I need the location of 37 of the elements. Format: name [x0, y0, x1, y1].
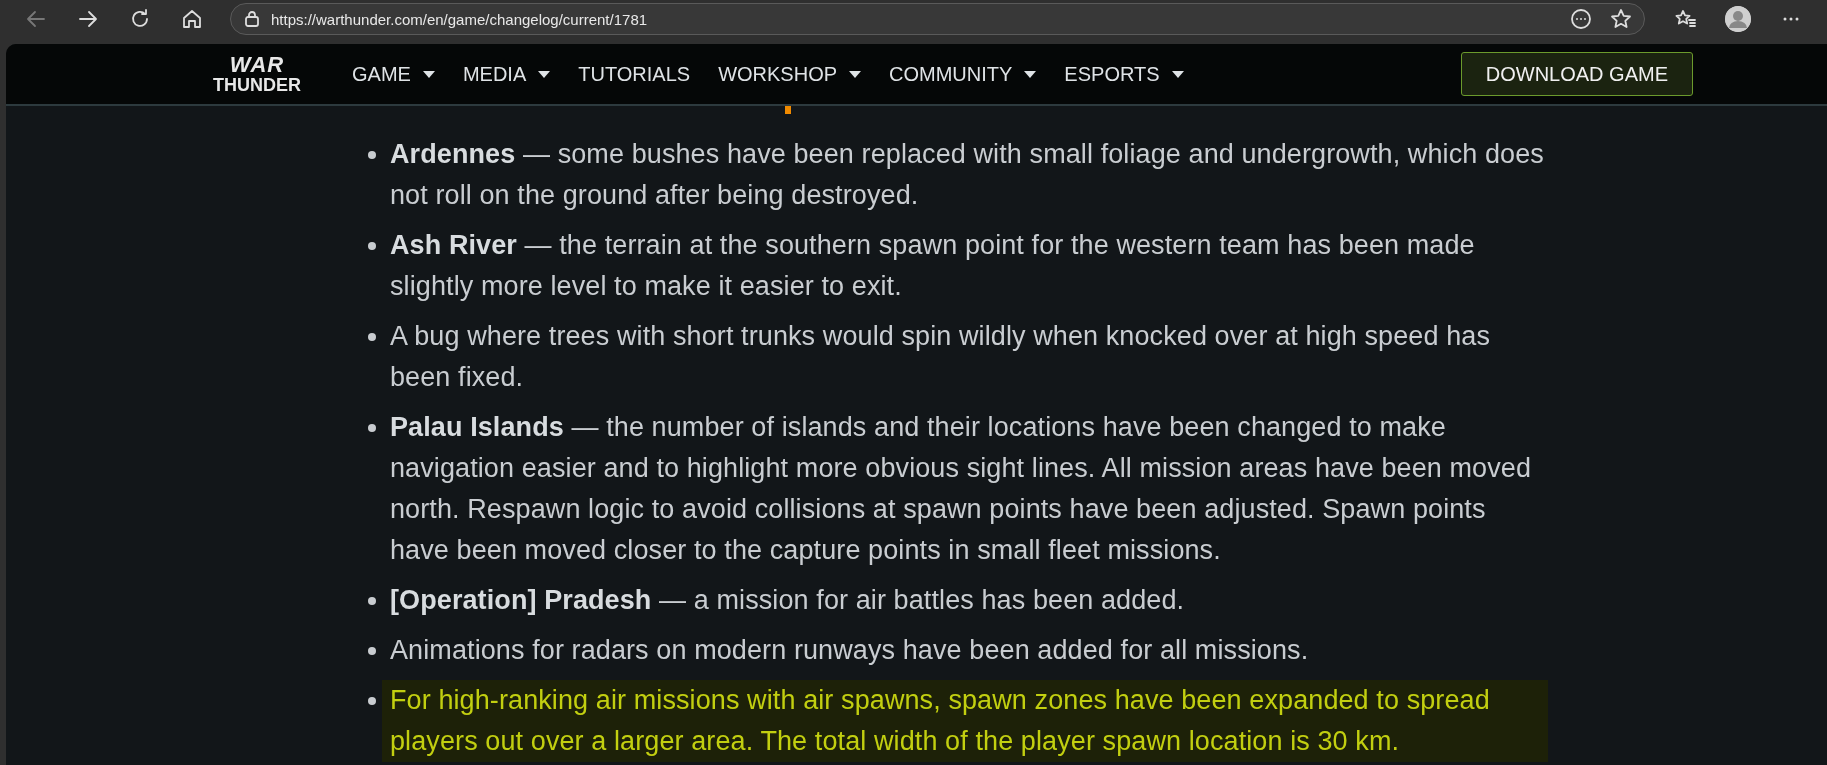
nav-menu-item[interactable]: MEDIA — [462, 62, 551, 86]
bullet-icon — [368, 597, 376, 605]
nav-menu-item[interactable]: WORKSHOP — [718, 62, 862, 86]
caret-icon — [1024, 70, 1037, 78]
caret-icon — [538, 70, 551, 78]
bullet-icon — [368, 333, 376, 341]
changelog-item: [Operation] Pradesh — a mission for air battles has been added. — [390, 584, 1185, 617]
reload-icon[interactable] — [129, 8, 151, 30]
home-icon[interactable] — [181, 8, 203, 30]
address-bar[interactable]: https://warthunder.com/en/game/changelog/current/1781 — [230, 3, 1645, 35]
caret-icon — [422, 70, 435, 78]
download-button[interactable]: DOWNLOAD GAME — [1460, 52, 1693, 96]
changelog-item: For high-ranking air missions with air spawns, spawn zones have been expanded to spread players out over a larger area. The total width of the player spawn location is 30 km. — [382, 680, 1548, 762]
lock-icon[interactable] — [243, 10, 261, 28]
accent-mark — [785, 106, 791, 114]
bullet-icon — [368, 424, 376, 432]
star-icon[interactable] — [1610, 8, 1632, 30]
forward-icon[interactable] — [77, 8, 99, 30]
logo[interactable]: WAR THUNDER — [206, 54, 308, 94]
bullet-icon — [368, 242, 376, 250]
bullet-icon — [368, 697, 376, 705]
bullet-icon — [368, 647, 376, 655]
changelog-item: Ash River — the terrain at the southern spawn point for the western team has been made slightly more level to make it easier to exit. — [390, 229, 1476, 303]
nav-menu-item[interactable]: ESPORTS — [1064, 62, 1184, 86]
nav-menu-item[interactable]: TUTORIALS — [578, 62, 691, 86]
changelog-item: Ardennes — some bushes have been replaced with small foliage and undergrowth, which does not roll on the ground after being destroyed. — [390, 138, 1545, 212]
bullet-icon — [368, 151, 376, 159]
nav-menu-item[interactable]: GAME — [352, 62, 435, 86]
changelog-item: A bug where trees with short trunks would spin wildly when knocked over at high speed has been fixed. — [390, 320, 1491, 394]
caret-icon — [849, 70, 862, 78]
nav-menu-item[interactable]: COMMUNITY — [889, 62, 1037, 86]
profile-avatar-icon[interactable] — [1725, 6, 1751, 32]
caret-icon — [1171, 70, 1184, 78]
changelog-item: Animations for radars on modern runways have been added for all missions. — [390, 634, 1309, 667]
more-icon[interactable] — [1570, 8, 1592, 30]
favorites-icon[interactable] — [1674, 8, 1696, 30]
changelog-item: Palau Islands — the number of islands and their locations have been changed to make navigation easier and to highlight more obvious sight lines. All mission areas have been moved north. Respawn logic to avoid collisions at spawn points have been adjusted. Spawn points have been moved closer to the capture points in small fleet missions. — [390, 411, 1533, 567]
